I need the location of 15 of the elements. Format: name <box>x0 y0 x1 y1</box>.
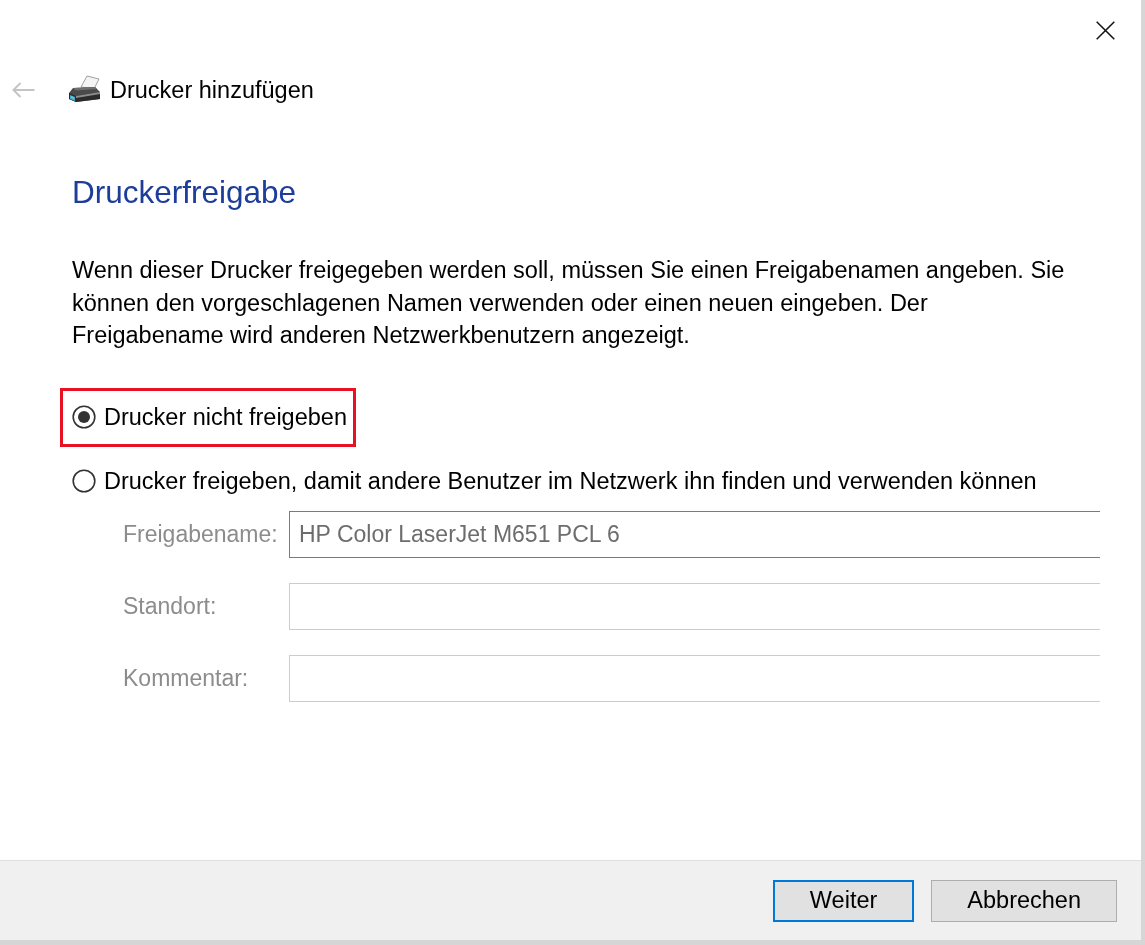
dialog-title: Drucker hinzufügen <box>110 76 314 104</box>
radio-option[interactable]: Drucker nicht freigeben <box>72 398 347 436</box>
cancel-button[interactable]: Abbrechen <box>931 879 1117 922</box>
description-text: Wenn dieser Drucker freigegeben werden soll, müssen Sie einen Freigabenamen angeben. Sie können den vorgeschlagenen Namen verwenden oder einen neuen eingeben. Der Freigabename wird anderen Netzwerkbenutzern angezeigt. <box>72 256 1066 350</box>
next-button[interactable]: Weiter <box>772 879 915 922</box>
radio-icon[interactable] <box>72 405 96 429</box>
radio-option[interactable]: Drucker freigeben, damit andere Benutzer im Netzwerk ihn finden und verwenden können <box>72 462 1037 500</box>
close-icon <box>1095 20 1115 40</box>
back-arrow-icon <box>11 82 35 98</box>
page-heading: Druckerfreigabe <box>72 173 297 212</box>
field-label: Standort: <box>123 592 218 620</box>
printer-icon <box>67 75 101 105</box>
field-label: Freigabename: <box>123 520 279 548</box>
field-label: Kommentar: <box>123 664 250 692</box>
radio-icon[interactable] <box>72 469 96 493</box>
